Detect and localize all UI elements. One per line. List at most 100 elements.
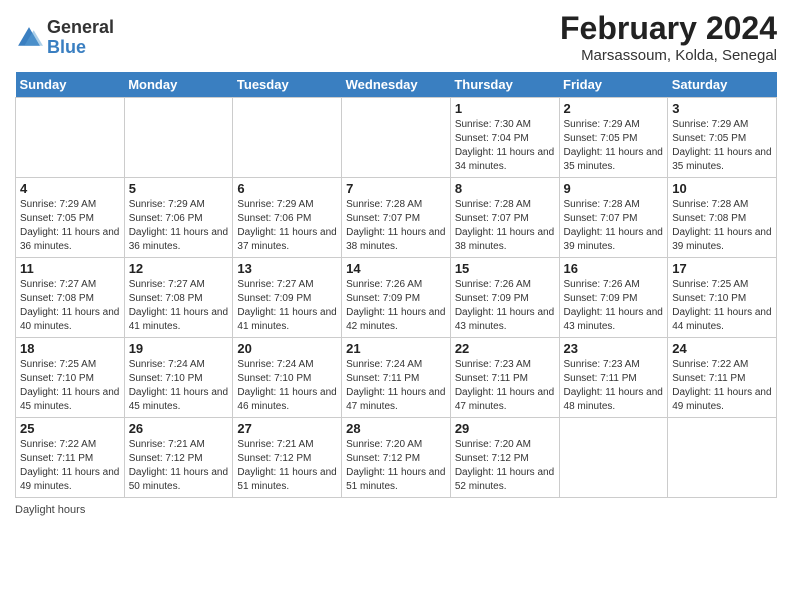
cell-day-number: 20 <box>237 341 337 356</box>
cell-day-number: 16 <box>564 261 664 276</box>
page-header: General Blue February 2024 Marsassoum, K… <box>15 10 777 64</box>
cell-info: Sunrise: 7:24 AM Sunset: 7:11 PM Dayligh… <box>346 358 446 414</box>
calendar-cell: 21 Sunrise: 7:24 AM Sunset: 7:11 PM Dayli… <box>342 338 451 418</box>
calendar-cell: 15Sunrise: 7:26 AM Sunset: 7:09 PM Dayli… <box>450 258 559 338</box>
daylight-label: Daylight hours <box>15 504 85 516</box>
calendar-cell: 9Sunrise: 7:28 AM Sunset: 7:07 PM Daylig… <box>559 178 668 258</box>
cell-info: Sunrise: 7:23 AM Sunset: 7:11 PM Dayligh… <box>564 358 664 414</box>
cell-info: Sunrise: 7:25 AM Sunset: 7:10 PM Dayligh… <box>20 358 120 414</box>
calendar-cell: 22 Sunrise: 7:23 AM Sunset: 7:11 PM Dayli… <box>450 338 559 418</box>
day-header-sunday: Sunday <box>16 72 125 98</box>
day-header-monday: Monday <box>124 72 233 98</box>
cell-info: Sunrise: 7:27 AM Sunset: 7:08 PM Dayligh… <box>20 278 120 334</box>
logo-text: General Blue <box>47 18 114 58</box>
cell-info: Sunrise: 7:30 AM Sunset: 7:04 PM Dayligh… <box>455 118 555 174</box>
calendar-cell: 26Sunrise: 7:21 AM Sunset: 7:12 PM Dayli… <box>124 418 233 498</box>
calendar-cell <box>668 418 777 498</box>
calendar-cell <box>559 418 668 498</box>
cell-info: Sunrise: 7:22 AM Sunset: 7:11 PM Dayligh… <box>672 358 772 414</box>
calendar-cell: 27 Sunrise: 7:21 AM Sunset: 7:12 PM Dayli… <box>233 418 342 498</box>
cell-day-number: 4 <box>20 181 120 196</box>
cell-info: Sunrise: 7:29 AM Sunset: 7:05 PM Dayligh… <box>672 118 772 174</box>
cell-day-number: 1 <box>455 101 555 116</box>
calendar-cell: 8 Sunrise: 7:28 AM Sunset: 7:07 PM Daylig… <box>450 178 559 258</box>
cell-info: Sunrise: 7:28 AM Sunset: 7:07 PM Dayligh… <box>346 198 446 254</box>
day-header-wednesday: Wednesday <box>342 72 451 98</box>
cell-info: Sunrise: 7:27 AM Sunset: 7:09 PM Dayligh… <box>237 278 337 334</box>
cell-info: Sunrise: 7:29 AM Sunset: 7:05 PM Dayligh… <box>564 118 664 174</box>
logo-blue: Blue <box>47 37 86 57</box>
calendar-cell: 11 Sunrise: 7:27 AM Sunset: 7:08 PM Dayli… <box>16 258 125 338</box>
cell-day-number: 29 <box>455 421 555 436</box>
week-row-5: 25 Sunrise: 7:22 AM Sunset: 7:11 PM Dayli… <box>16 418 777 498</box>
cell-day-number: 25 <box>20 421 120 436</box>
cell-day-number: 27 <box>237 421 337 436</box>
cell-info: Sunrise: 7:26 AM Sunset: 7:09 PM Dayligh… <box>346 278 446 334</box>
calendar-cell: 23Sunrise: 7:23 AM Sunset: 7:11 PM Dayli… <box>559 338 668 418</box>
cell-day-number: 8 <box>455 181 555 196</box>
calendar-cell: 19 Sunrise: 7:24 AM Sunset: 7:10 PM Dayli… <box>124 338 233 418</box>
cell-day-number: 11 <box>20 261 120 276</box>
cell-day-number: 19 <box>129 341 229 356</box>
cell-day-number: 5 <box>129 181 229 196</box>
cell-info: Sunrise: 7:20 AM Sunset: 7:12 PM Dayligh… <box>455 438 555 494</box>
logo-general: General <box>47 17 114 37</box>
logo: General Blue <box>15 18 114 58</box>
calendar-cell: 5 Sunrise: 7:29 AM Sunset: 7:06 PM Daylig… <box>124 178 233 258</box>
calendar-cell: 14 Sunrise: 7:26 AM Sunset: 7:09 PM Dayli… <box>342 258 451 338</box>
cell-info: Sunrise: 7:24 AM Sunset: 7:10 PM Dayligh… <box>129 358 229 414</box>
cell-info: Sunrise: 7:28 AM Sunset: 7:07 PM Dayligh… <box>455 198 555 254</box>
calendar-cell: 7 Sunrise: 7:28 AM Sunset: 7:07 PM Daylig… <box>342 178 451 258</box>
cell-day-number: 22 <box>455 341 555 356</box>
cell-day-number: 6 <box>237 181 337 196</box>
calendar-cell: 16Sunrise: 7:26 AM Sunset: 7:09 PM Dayli… <box>559 258 668 338</box>
cell-info: Sunrise: 7:27 AM Sunset: 7:08 PM Dayligh… <box>129 278 229 334</box>
cell-info: Sunrise: 7:28 AM Sunset: 7:08 PM Dayligh… <box>672 198 772 254</box>
week-row-2: 4Sunrise: 7:29 AM Sunset: 7:05 PM Daylig… <box>16 178 777 258</box>
cell-day-number: 15 <box>455 261 555 276</box>
location-subtitle: Marsassoum, Kolda, Senegal <box>560 47 777 64</box>
day-header-thursday: Thursday <box>450 72 559 98</box>
calendar-cell <box>342 98 451 178</box>
cell-day-number: 3 <box>672 101 772 116</box>
cell-info: Sunrise: 7:29 AM Sunset: 7:06 PM Dayligh… <box>129 198 229 254</box>
calendar-cell: 20 Sunrise: 7:24 AM Sunset: 7:10 PM Dayli… <box>233 338 342 418</box>
cell-info: Sunrise: 7:22 AM Sunset: 7:11 PM Dayligh… <box>20 438 120 494</box>
cell-day-number: 12 <box>129 261 229 276</box>
cell-info: Sunrise: 7:21 AM Sunset: 7:12 PM Dayligh… <box>237 438 337 494</box>
calendar-cell: 17 Sunrise: 7:25 AM Sunset: 7:10 PM Dayli… <box>668 258 777 338</box>
week-row-3: 11 Sunrise: 7:27 AM Sunset: 7:08 PM Dayli… <box>16 258 777 338</box>
calendar-cell: 28Sunrise: 7:20 AM Sunset: 7:12 PM Dayli… <box>342 418 451 498</box>
cell-day-number: 17 <box>672 261 772 276</box>
calendar-cell: 12 Sunrise: 7:27 AM Sunset: 7:08 PM Dayli… <box>124 258 233 338</box>
calendar-table: SundayMondayTuesdayWednesdayThursdayFrid… <box>15 72 777 498</box>
cell-day-number: 18 <box>20 341 120 356</box>
cell-day-number: 14 <box>346 261 446 276</box>
cell-day-number: 28 <box>346 421 446 436</box>
day-header-tuesday: Tuesday <box>233 72 342 98</box>
calendar-cell <box>124 98 233 178</box>
week-row-1: 1 Sunrise: 7:30 AM Sunset: 7:04 PM Daylig… <box>16 98 777 178</box>
calendar-cell: 4Sunrise: 7:29 AM Sunset: 7:05 PM Daylig… <box>16 178 125 258</box>
month-year-title: February 2024 <box>560 10 777 47</box>
logo-icon <box>15 24 43 52</box>
calendar-cell: 24Sunrise: 7:22 AM Sunset: 7:11 PM Dayli… <box>668 338 777 418</box>
calendar-cell: 18 Sunrise: 7:25 AM Sunset: 7:10 PM Dayli… <box>16 338 125 418</box>
day-header-saturday: Saturday <box>668 72 777 98</box>
cell-info: Sunrise: 7:24 AM Sunset: 7:10 PM Dayligh… <box>237 358 337 414</box>
calendar-cell <box>16 98 125 178</box>
calendar-cell: 1 Sunrise: 7:30 AM Sunset: 7:04 PM Daylig… <box>450 98 559 178</box>
cell-info: Sunrise: 7:29 AM Sunset: 7:06 PM Dayligh… <box>237 198 337 254</box>
cell-info: Sunrise: 7:25 AM Sunset: 7:10 PM Dayligh… <box>672 278 772 334</box>
calendar-cell: 29 Sunrise: 7:20 AM Sunset: 7:12 PM Dayli… <box>450 418 559 498</box>
cell-day-number: 26 <box>129 421 229 436</box>
calendar-cell: 3 Sunrise: 7:29 AM Sunset: 7:05 PM Daylig… <box>668 98 777 178</box>
day-header-friday: Friday <box>559 72 668 98</box>
cell-day-number: 7 <box>346 181 446 196</box>
cell-day-number: 13 <box>237 261 337 276</box>
title-area: February 2024 Marsassoum, Kolda, Senegal <box>560 10 777 64</box>
cell-info: Sunrise: 7:23 AM Sunset: 7:11 PM Dayligh… <box>455 358 555 414</box>
cell-day-number: 21 <box>346 341 446 356</box>
calendar-cell <box>233 98 342 178</box>
cell-info: Sunrise: 7:28 AM Sunset: 7:07 PM Dayligh… <box>564 198 664 254</box>
